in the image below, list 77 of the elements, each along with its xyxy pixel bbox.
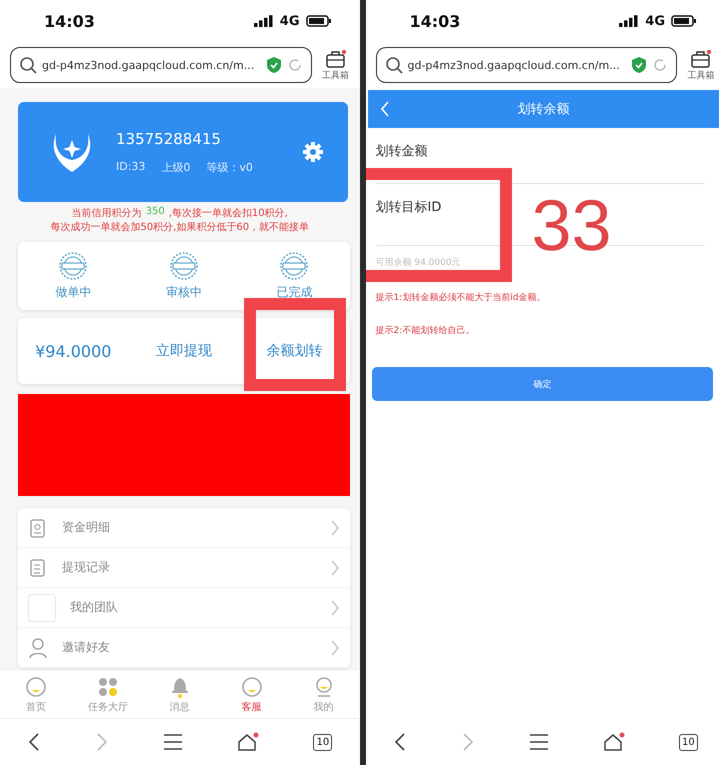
toolbox-icon xyxy=(324,48,346,68)
search-icon xyxy=(19,56,37,74)
withdraw-button[interactable]: 立即提现 xyxy=(150,341,218,361)
order-status-tab[interactable]: 做单中 xyxy=(55,251,92,301)
annotation-text: 33 xyxy=(532,190,612,262)
toolbox-icon xyxy=(690,48,712,68)
shield-icon xyxy=(266,56,282,74)
credit-score: 350 xyxy=(146,206,165,219)
search-icon xyxy=(384,56,402,74)
network-type: 4G xyxy=(280,14,300,28)
tab-bar-item[interactable]: 客服 xyxy=(222,676,282,714)
page-title: 划转余额 xyxy=(517,101,570,118)
signal-icon xyxy=(254,15,274,27)
blank-icon xyxy=(28,594,56,622)
address-bar[interactable]: gd-p4mz3nod.gaapqcloud.com.cn/m... xyxy=(10,47,312,83)
tip-text: 提示1:划转金额必须不能大于当前id金额。 xyxy=(376,292,546,304)
url-text: gd-p4mz3nod.gaapqcloud.com.cn/m... xyxy=(408,58,621,72)
menu-icon xyxy=(163,733,184,751)
url-text: gd-p4mz3nod.gaapqcloud.com.cn/m... xyxy=(42,58,256,72)
phone-number: 13575288415 xyxy=(116,130,222,148)
balance-amount: ¥94.0000 xyxy=(35,342,112,360)
settings-icon[interactable] xyxy=(302,141,324,163)
transfer-button[interactable]: 余额划转 xyxy=(260,341,328,361)
stamp-icon xyxy=(279,251,310,281)
order-status-tab[interactable]: 审核中 xyxy=(166,251,202,301)
address-bar[interactable]: gd-p4mz3nod.gaapqcloud.com.cn/m... xyxy=(376,47,677,83)
home-icon xyxy=(237,732,260,752)
order-status-tab[interactable]: 已完成 xyxy=(276,251,312,301)
clock-time: 14:03 xyxy=(44,12,95,30)
chevron-icon xyxy=(330,638,340,656)
notice-text: ,每次接一单就会扣10积分, xyxy=(168,206,288,220)
back-icon xyxy=(392,732,407,752)
back-icon xyxy=(27,732,42,752)
tabs-count-button[interactable]: 10 xyxy=(313,734,332,750)
toolbox-button[interactable]: 工具箱 xyxy=(316,48,356,82)
signal-icon xyxy=(619,15,640,27)
menu-item[interactable]: 提现记录 xyxy=(18,548,350,588)
menu-icon xyxy=(528,733,549,751)
stamp-icon xyxy=(58,251,88,281)
menu-item[interactable]: 我的团队 xyxy=(18,588,350,628)
notice-text: 每次成功一单就会加50积分,如果积分低于60，就不能接单 xyxy=(50,220,310,234)
battery-icon xyxy=(306,15,332,27)
face-icon xyxy=(24,676,47,698)
chevron-icon xyxy=(330,518,340,536)
refresh-icon xyxy=(286,57,302,73)
tab-bar-item[interactable]: 消息 xyxy=(150,676,210,714)
clock-time: 14:03 xyxy=(410,12,460,30)
tab-bar-item[interactable]: 我的 xyxy=(294,676,354,714)
field-label: 划转金额 xyxy=(376,144,428,159)
tip-text: 提示2:不能划转给自己。 xyxy=(376,324,476,337)
shield-icon xyxy=(631,56,647,74)
person-icon xyxy=(28,636,48,658)
user-id: ID:33 xyxy=(116,160,146,174)
face-icon xyxy=(240,676,263,698)
tab-bar-item[interactable]: 任务大厅 xyxy=(78,676,138,714)
battery-icon xyxy=(671,15,697,27)
forward-icon xyxy=(95,732,110,752)
back-icon[interactable] xyxy=(380,101,390,117)
confirm-button[interactable]: 确定 xyxy=(372,367,713,401)
notice-text: 当前信用积分为 xyxy=(72,206,142,220)
network-type: 4G xyxy=(645,14,665,28)
chevron-icon xyxy=(330,598,340,616)
available-balance: 可用余额 94.0000元 xyxy=(376,256,462,269)
menu-item[interactable]: 资金明细 xyxy=(18,508,350,548)
forward-icon xyxy=(460,732,475,752)
stamp-icon xyxy=(168,251,199,281)
tabs-count-button[interactable]: 10 xyxy=(678,734,698,750)
menu-item[interactable]: 邀请好友 xyxy=(18,628,350,668)
dots-icon xyxy=(96,676,119,698)
toolbox-button[interactable]: 工具箱 xyxy=(681,48,721,82)
refresh-icon xyxy=(652,57,668,73)
tab-bar-item[interactable]: 首页 xyxy=(6,676,66,714)
user-level: 等级：v0 xyxy=(206,160,253,174)
home-icon xyxy=(602,732,625,752)
chevron-icon xyxy=(330,558,340,576)
field-label: 划转目标ID xyxy=(376,200,442,215)
parent-level: 上级0 xyxy=(161,160,190,174)
